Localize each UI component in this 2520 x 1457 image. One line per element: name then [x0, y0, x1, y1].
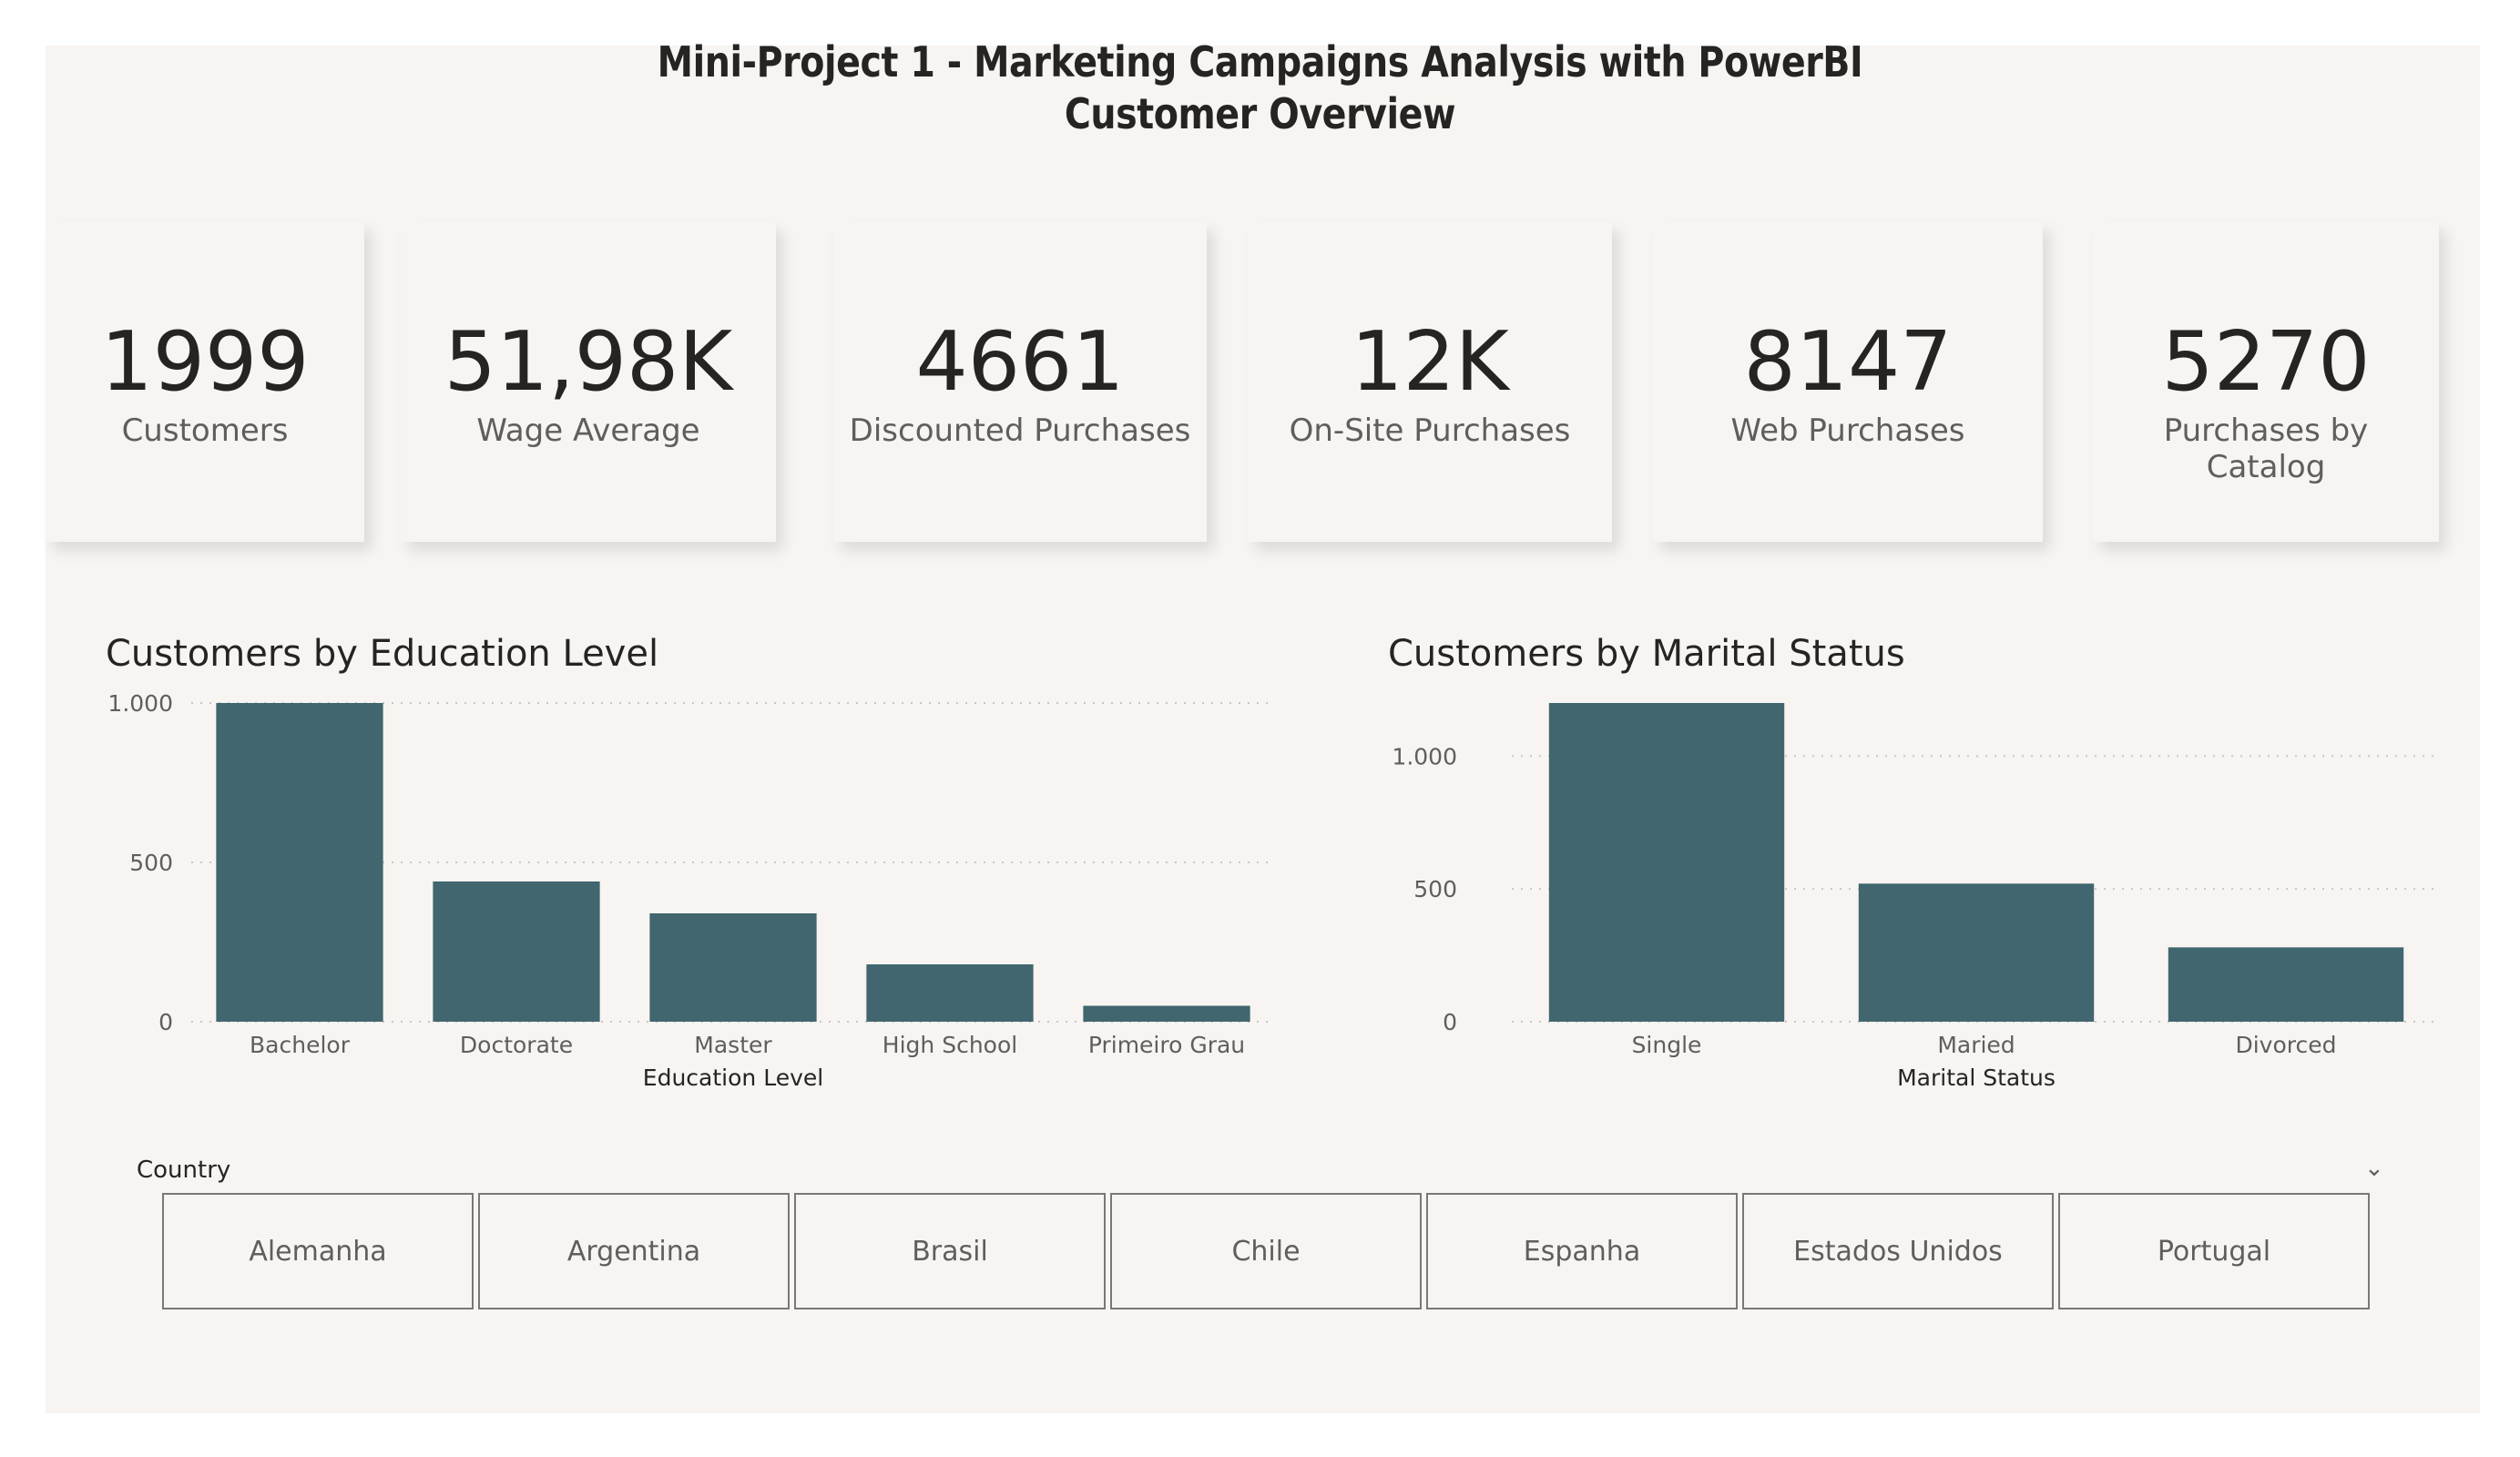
kpi-label: Purchases by Catalog [2163, 413, 2369, 485]
marital-bar-chart[interactable]: 0 500 1.000 Single Maried Divorced Marital Sta… [1375, 683, 2450, 1102]
bar[interactable] [1548, 703, 1785, 1022]
x-tick-label: Doctorate [460, 1032, 573, 1058]
title-line-2: Customer Overview [1064, 89, 1456, 138]
y-tick-label: 0 [1443, 1009, 1457, 1035]
bar[interactable] [2168, 947, 2404, 1022]
kpi-card-customers[interactable]: 1999 Customers [46, 221, 364, 542]
kpi-label: Wage Average [476, 413, 700, 449]
chevron-down-icon[interactable]: ⌄ [2364, 1155, 2384, 1182]
y-tick-label: 500 [129, 850, 173, 876]
y-tick-label: 0 [158, 1009, 173, 1035]
kpi-value: 1999 [100, 314, 310, 410]
bar[interactable] [1083, 1005, 1250, 1023]
kpi-label: Discounted Purchases [849, 413, 1191, 449]
bar[interactable] [866, 964, 1034, 1022]
chart-title-education: Customers by Education Level [106, 633, 659, 675]
x-tick-label: Bachelor [250, 1032, 351, 1058]
bar[interactable] [1858, 883, 2095, 1022]
chart-title-marital: Customers by Marital Status [1388, 633, 1905, 675]
bar[interactable] [216, 703, 383, 1022]
kpi-value: 12K [1351, 314, 1509, 410]
kpi-card-on-site-purchases[interactable]: 12K On-Site Purchases [1248, 221, 1612, 542]
bar[interactable] [649, 913, 817, 1022]
y-tick-label: 1.000 [1392, 743, 1457, 769]
slicer-option[interactable]: Chile [1110, 1193, 1422, 1309]
kpi-value: 8147 [1743, 314, 1953, 410]
slicer-option[interactable]: Espanha [1426, 1193, 1738, 1309]
slicer-header: Country [137, 1156, 231, 1184]
kpi-card-web-purchases[interactable]: 8147 Web Purchases [1653, 221, 2043, 542]
kpi-label: On-Site Purchases [1289, 413, 1571, 449]
kpi-value: 4661 [915, 314, 1125, 410]
x-tick-label: Master [694, 1032, 772, 1058]
kpi-label: Customers [121, 413, 289, 449]
kpi-value: 5270 [2161, 314, 2371, 410]
kpi-card-discounted-purchases[interactable]: 4661 Discounted Purchases [833, 221, 1207, 542]
slicer-option[interactable]: Argentina [478, 1193, 790, 1309]
x-tick-label: Single [1632, 1032, 1702, 1058]
page-title: Mini-Project 1 - Marketing Campaigns Ana… [0, 36, 2520, 140]
x-tick-label: Divorced [2235, 1032, 2336, 1058]
x-axis-title: Education Level [643, 1065, 823, 1091]
slicer-option[interactable]: Portugal [2058, 1193, 2370, 1309]
x-tick-label: Maried [1937, 1032, 2015, 1058]
y-tick-label: 500 [1413, 876, 1457, 902]
x-axis-title: Marital Status [1897, 1065, 2056, 1091]
y-tick-label: 1.000 [107, 690, 173, 717]
kpi-value: 51,98K [444, 314, 733, 410]
kpi-label: Web Purchases [1730, 413, 1965, 449]
kpi-card-wage-average[interactable]: 51,98K Wage Average [401, 221, 776, 542]
education-bar-chart[interactable]: 0 500 1.000 Bachelor Doctorate Master High Sch… [91, 683, 1293, 1102]
x-tick-label: Primeiro Grau [1088, 1032, 1245, 1058]
slicer-option[interactable]: Estados Unidos [1742, 1193, 2054, 1309]
title-line-1: Mini-Project 1 - Marketing Campaigns Ana… [657, 37, 1863, 87]
slicer-option[interactable]: Alemanha [162, 1193, 474, 1309]
slicer-option[interactable]: Brasil [794, 1193, 1106, 1309]
bar[interactable] [433, 881, 600, 1022]
kpi-card-catalog-purchases[interactable]: 5270 Purchases by Catalog [2093, 221, 2439, 542]
x-tick-label: High School [883, 1032, 1017, 1058]
